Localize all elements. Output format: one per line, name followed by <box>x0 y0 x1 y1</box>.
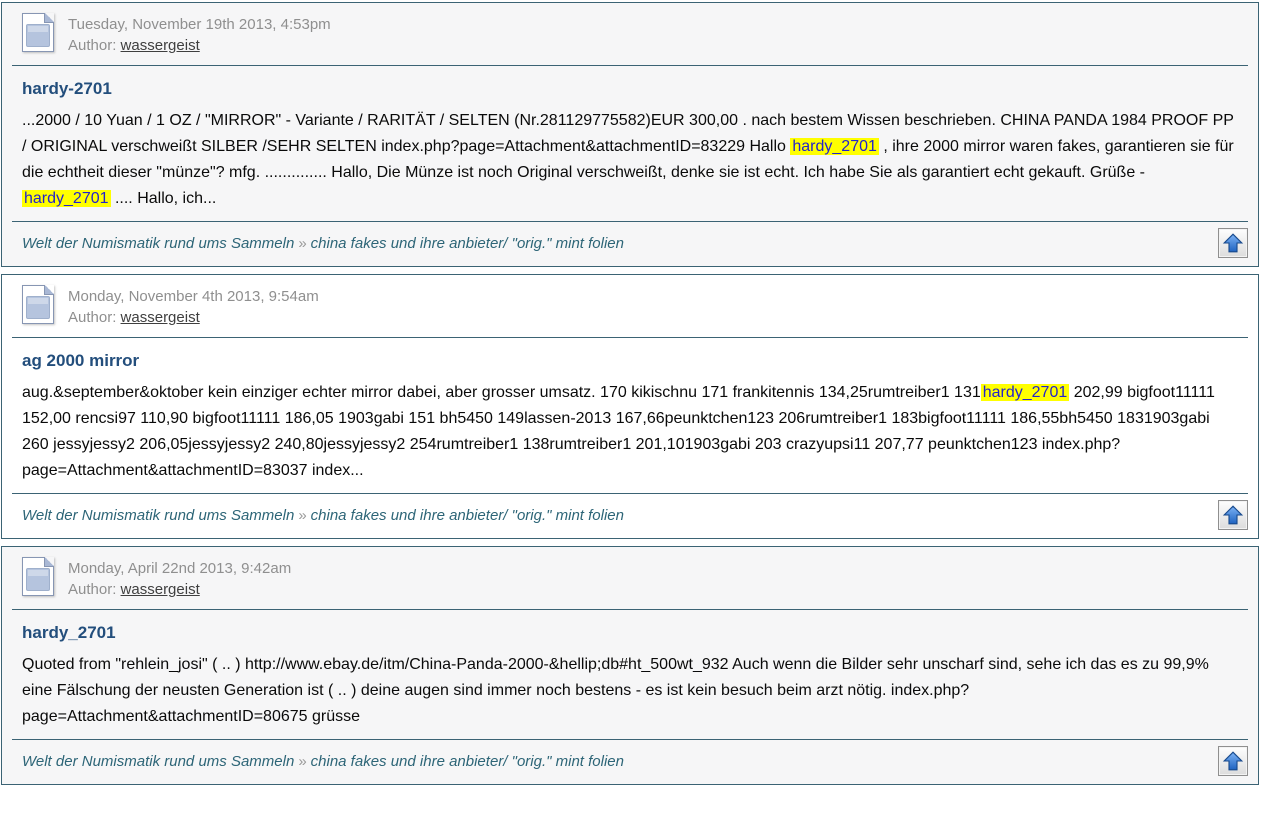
post-date: Tuesday, November 19th 2013, 4:53pm <box>68 14 331 35</box>
header-divider <box>12 65 1248 66</box>
breadcrumb: Welt der Numismatik rund ums Sammeln»chi… <box>22 507 624 524</box>
document-icon <box>22 285 54 324</box>
document-thumb <box>26 568 50 591</box>
arrow-up-icon <box>1221 231 1245 255</box>
breadcrumb-separator: » <box>294 235 310 252</box>
author-line: Author: wassergeist <box>68 579 291 600</box>
result-meta: Monday, November 4th 2013, 9:54am Author… <box>68 284 319 328</box>
document-thumb <box>26 296 50 319</box>
page-fold-icon <box>44 285 54 295</box>
page-fold-icon <box>44 557 54 567</box>
author-label: Author: <box>68 309 116 326</box>
result-footer: Welt der Numismatik rund ums Sammeln»chi… <box>2 222 1258 266</box>
search-term-highlight: hardy_2701 <box>22 190 111 207</box>
arrow-up-icon <box>1221 503 1245 527</box>
breadcrumb: Welt der Numismatik rund ums Sammeln»chi… <box>22 235 624 252</box>
go-to-post-button[interactable] <box>1218 746 1248 776</box>
result-snippet: Quoted from "rehlein_josi" ( .. ) http:/… <box>2 652 1258 730</box>
post-date: Monday, April 22nd 2013, 9:42am <box>68 558 291 579</box>
author-link[interactable]: wassergeist <box>121 581 200 598</box>
result-title[interactable]: hardy_2701 <box>2 623 1258 643</box>
result-snippet: aug.&september&oktober kein einziger ech… <box>2 380 1258 484</box>
snippet-text: Quoted from "rehlein_josi" ( .. ) http:/… <box>22 656 1209 725</box>
author-link[interactable]: wassergeist <box>121 309 200 326</box>
breadcrumb-thread-link[interactable]: china fakes und ihre anbieter/ "orig." m… <box>311 235 624 252</box>
breadcrumb: Welt der Numismatik rund ums Sammeln»chi… <box>22 753 624 770</box>
result-header: Tuesday, November 19th 2013, 4:53pm Auth… <box>2 3 1258 56</box>
search-result-card: Tuesday, November 19th 2013, 4:53pm Auth… <box>1 2 1259 267</box>
result-title[interactable]: hardy-2701 <box>2 79 1258 99</box>
author-label: Author: <box>68 37 116 54</box>
header-divider <box>12 337 1248 338</box>
breadcrumb-forum-link[interactable]: Welt der Numismatik rund ums Sammeln <box>22 507 294 524</box>
breadcrumb-thread-link[interactable]: china fakes und ihre anbieter/ "orig." m… <box>311 507 624 524</box>
post-date: Monday, November 4th 2013, 9:54am <box>68 286 319 307</box>
author-link[interactable]: wassergeist <box>121 37 200 54</box>
result-snippet: ...2000 / 10 Yuan / 1 OZ / "MIRROR" - Va… <box>2 108 1258 212</box>
snippet-text: .... Hallo, ich... <box>111 190 217 207</box>
breadcrumb-separator: » <box>294 507 310 524</box>
author-line: Author: wassergeist <box>68 35 331 56</box>
result-title[interactable]: ag 2000 mirror <box>2 351 1258 371</box>
search-results-page: Tuesday, November 19th 2013, 4:53pm Auth… <box>0 0 1262 785</box>
page-fold-icon <box>44 13 54 23</box>
document-icon <box>22 557 54 596</box>
result-header: Monday, April 22nd 2013, 9:42am Author: … <box>2 547 1258 600</box>
breadcrumb-separator: » <box>294 753 310 770</box>
breadcrumb-forum-link[interactable]: Welt der Numismatik rund ums Sammeln <box>22 235 294 252</box>
snippet-text: aug.&september&oktober kein einziger ech… <box>22 384 981 401</box>
breadcrumb-thread-link[interactable]: china fakes und ihre anbieter/ "orig." m… <box>311 753 624 770</box>
author-label: Author: <box>68 581 116 598</box>
search-result-card: Monday, April 22nd 2013, 9:42am Author: … <box>1 546 1259 785</box>
result-meta: Monday, April 22nd 2013, 9:42am Author: … <box>68 556 291 600</box>
result-footer: Welt der Numismatik rund ums Sammeln»chi… <box>2 740 1258 784</box>
search-result-card: Monday, November 4th 2013, 9:54am Author… <box>1 274 1259 539</box>
document-icon <box>22 13 54 52</box>
search-term-highlight: hardy_2701 <box>790 138 879 155</box>
header-divider <box>12 609 1248 610</box>
arrow-up-icon <box>1221 749 1245 773</box>
result-footer: Welt der Numismatik rund ums Sammeln»chi… <box>2 494 1258 538</box>
go-to-post-button[interactable] <box>1218 228 1248 258</box>
breadcrumb-forum-link[interactable]: Welt der Numismatik rund ums Sammeln <box>22 753 294 770</box>
result-meta: Tuesday, November 19th 2013, 4:53pm Auth… <box>68 12 331 56</box>
search-term-highlight: hardy_2701 <box>981 384 1070 401</box>
document-thumb <box>26 24 50 47</box>
result-header: Monday, November 4th 2013, 9:54am Author… <box>2 275 1258 328</box>
author-line: Author: wassergeist <box>68 307 319 328</box>
go-to-post-button[interactable] <box>1218 500 1248 530</box>
